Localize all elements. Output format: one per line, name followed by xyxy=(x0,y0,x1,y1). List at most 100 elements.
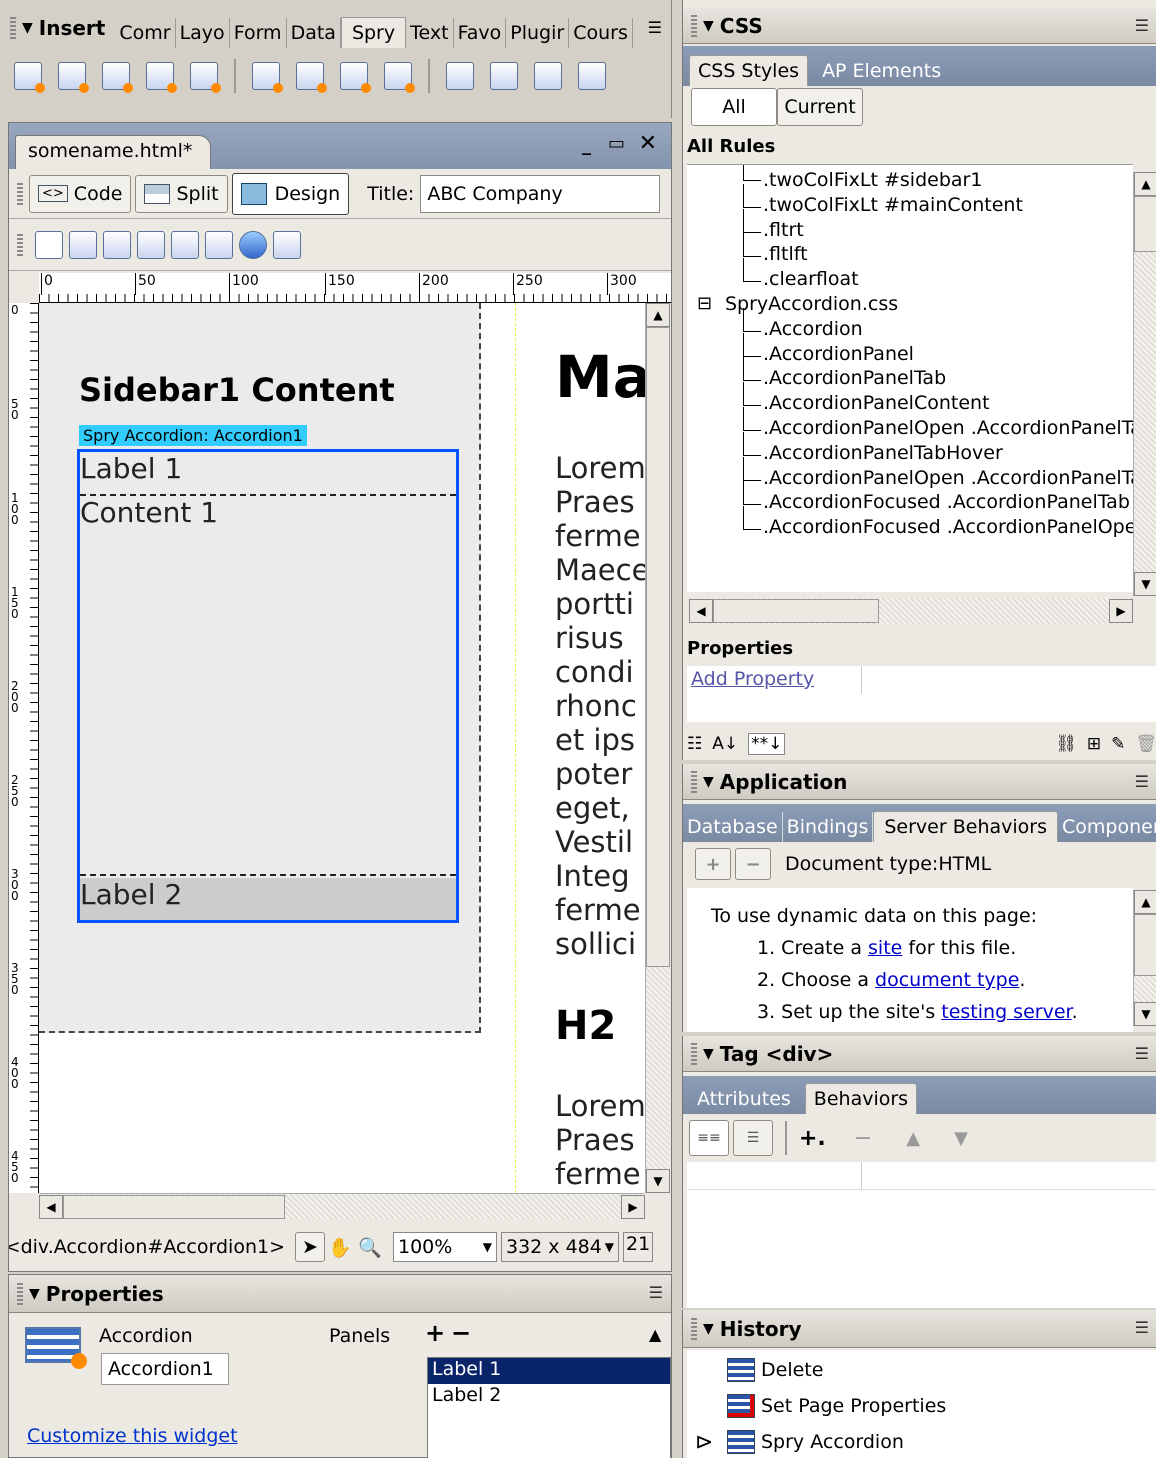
panel-options-icon[interactable]: ☰ xyxy=(648,18,662,37)
hand-tool-icon[interactable]: ✋ xyxy=(325,1236,355,1259)
split-view-button[interactable]: Split xyxy=(135,174,228,213)
close-icon[interactable]: ✕ xyxy=(639,131,657,156)
insert-tab-spry[interactable]: Spry xyxy=(340,17,407,48)
application-header[interactable]: ▼ Application ☰ xyxy=(683,764,1156,800)
scroll-down-icon[interactable]: ▼ xyxy=(1134,1002,1156,1026)
hscroll-thumb[interactable] xyxy=(63,1195,285,1219)
css-rule-item[interactable]: .AccordionPanelContent xyxy=(763,392,990,414)
canvas-hscrollbar[interactable]: ◀ ▶ xyxy=(39,1193,645,1219)
view-options-icon[interactable] xyxy=(171,230,199,259)
css-rule-item[interactable]: .AccordionFocused .AccordionPanelOpe xyxy=(763,516,1133,538)
spry-collapsible-icon[interactable] xyxy=(578,62,606,90)
scroll-up-icon[interactable]: ▲ xyxy=(646,303,670,327)
validate-icon[interactable] xyxy=(273,230,301,259)
remove-behavior-icon[interactable]: − xyxy=(854,1126,872,1151)
accordion-panel-tab-1[interactable]: Label 1 xyxy=(80,452,456,496)
show-all-events-button[interactable]: ☰ xyxy=(733,1120,773,1156)
add-behavior-icon[interactable]: +. xyxy=(799,1126,826,1151)
spry-menubar-icon[interactable] xyxy=(446,62,474,90)
insert-tab-text[interactable]: Text xyxy=(406,18,454,48)
collapse-arrow-icon[interactable]: ▼ xyxy=(29,1286,40,1302)
spry-validation-checkbox-icon[interactable] xyxy=(340,62,371,93)
design-view-button[interactable]: Design xyxy=(231,172,350,215)
spry-validation-select-icon[interactable] xyxy=(296,62,327,93)
css-rule-item[interactable]: .clearfloat xyxy=(763,268,859,290)
spry-table-icon[interactable] xyxy=(190,62,221,93)
tag-tab-1[interactable]: Behaviors xyxy=(804,1083,918,1114)
panel-options-icon[interactable]: ☰ xyxy=(1135,1044,1149,1063)
css-tab-0[interactable]: CSS Styles xyxy=(689,55,809,86)
collapse-arrow-icon[interactable]: ▼ xyxy=(703,774,714,790)
panels-list[interactable]: Label 1 Label 2 xyxy=(427,1357,671,1458)
spry-validation-textfield-icon[interactable] xyxy=(252,62,283,93)
spry-accordion-icon[interactable] xyxy=(534,62,562,90)
restore-icon[interactable]: ▭ xyxy=(608,133,625,154)
file-management-icon[interactable] xyxy=(69,230,97,259)
customize-widget-link[interactable]: Customize this widget xyxy=(27,1425,238,1447)
rules-tree[interactable]: .twoColFixLt #sidebar1 .twoColFixLt #main… xyxy=(687,164,1133,592)
application-tab-1[interactable]: Bindings xyxy=(783,812,874,842)
move-up-icon[interactable]: ▲ xyxy=(906,1128,920,1149)
widget-name-input[interactable] xyxy=(101,1353,229,1385)
scroll-down-icon[interactable]: ▼ xyxy=(646,1169,670,1193)
insert-tab-cours[interactable]: Cours xyxy=(569,18,633,48)
minimize-icon[interactable]: _ xyxy=(582,135,591,156)
document-title-input[interactable] xyxy=(420,174,661,213)
edit-rule-icon[interactable]: ✎ xyxy=(1111,734,1125,754)
tag-header[interactable]: ▼ Tag <div> ☰ xyxy=(683,1036,1156,1072)
properties-header[interactable]: ▼ Properties ☰ xyxy=(9,1275,671,1313)
all-mode-button[interactable]: All xyxy=(691,88,777,126)
scroll-thumb[interactable] xyxy=(1134,196,1156,252)
collapse-arrow-icon[interactable]: ▼ xyxy=(703,18,714,34)
new-css-rule-icon[interactable]: ⊞ xyxy=(1087,734,1101,754)
spry-accordion[interactable]: Label 1 Content 1 Label 2 xyxy=(77,449,459,923)
insert-tab-favo[interactable]: Favo xyxy=(454,18,507,48)
preview-icon[interactable] xyxy=(103,230,131,259)
sidebar1[interactable]: Sidebar1 Content Spry Accordion: Accordi… xyxy=(39,303,481,1033)
css-rule-item[interactable]: .AccordionPanelOpen .AccordionPanelTa xyxy=(763,417,1133,439)
scroll-left-icon[interactable]: ◀ xyxy=(689,599,713,623)
delete-rule-icon[interactable]: 🗑 xyxy=(1135,734,1156,754)
refresh-icon[interactable] xyxy=(137,230,165,259)
css-rule-item[interactable]: .twoColFixLt #sidebar1 xyxy=(763,169,982,191)
check-page-icon[interactable] xyxy=(205,230,233,259)
design-canvas[interactable]: Sidebar1 Content Spry Accordion: Accordi… xyxy=(39,303,647,1193)
panels-list-item[interactable]: Label 1 xyxy=(428,1358,670,1384)
browser-check-icon[interactable] xyxy=(239,230,267,259)
insert-tab-layo[interactable]: Layo xyxy=(176,18,230,48)
history-slider-icon[interactable]: ⊳ xyxy=(695,1430,713,1455)
grip-icon[interactable] xyxy=(691,14,697,37)
window-size-select[interactable]: 332 x 484 ▼ xyxy=(501,1232,619,1262)
history-header[interactable]: ▼ History ☰ xyxy=(683,1310,1156,1348)
current-mode-button[interactable]: Current xyxy=(777,88,863,126)
spry-repeat-icon[interactable] xyxy=(102,62,133,93)
history-item[interactable]: Delete xyxy=(727,1358,823,1382)
scroll-up-icon[interactable]: ▲ xyxy=(1134,172,1156,196)
step-link[interactable]: document type xyxy=(875,969,1019,991)
css-rule-item[interactable]: .AccordionPanelTabHover xyxy=(763,442,1003,464)
grip-icon[interactable] xyxy=(691,1042,697,1065)
grip-icon[interactable] xyxy=(17,182,23,205)
document-tab[interactable]: somename.html* xyxy=(15,135,212,169)
css-rule-item[interactable]: .AccordionPanelTab xyxy=(763,367,946,389)
tag-tab-0[interactable]: Attributes xyxy=(689,1084,799,1114)
css-rule-item[interactable]: .fltrt xyxy=(763,219,804,241)
css-rule-item[interactable]: .fltlft xyxy=(763,243,808,265)
tag-selector[interactable]: <div.Accordion#Accordion1> xyxy=(9,1236,285,1258)
grip-icon[interactable] xyxy=(691,1317,697,1340)
behaviors-list[interactable] xyxy=(687,1162,1156,1308)
accordion-panel-tab-2[interactable]: Label 2 xyxy=(80,878,456,920)
insert-tab-form[interactable]: Form xyxy=(230,18,287,48)
application-tab-3[interactable]: Componer xyxy=(1058,812,1156,842)
add-behavior-button[interactable]: + xyxy=(695,848,731,880)
app-vscrollbar[interactable]: ▲ ▼ xyxy=(1133,890,1156,1026)
select-tool-icon[interactable]: ➤ xyxy=(295,1232,325,1262)
collapse-arrow-icon[interactable]: ▼ xyxy=(703,1321,714,1337)
rules-vscrollbar[interactable]: ▲ ▼ xyxy=(1133,172,1156,596)
application-tab-2[interactable]: Server Behaviors xyxy=(873,811,1058,842)
history-list[interactable]: Delete Set Page Properties Spry Accordion ⊳ xyxy=(687,1350,1156,1458)
scroll-thumb[interactable] xyxy=(1134,914,1156,976)
collapse-tree-icon[interactable]: ⊟ xyxy=(697,293,712,314)
zoom-select[interactable]: 100% ▼ xyxy=(393,1232,497,1262)
panels-list-item[interactable]: Label 2 xyxy=(428,1384,670,1410)
